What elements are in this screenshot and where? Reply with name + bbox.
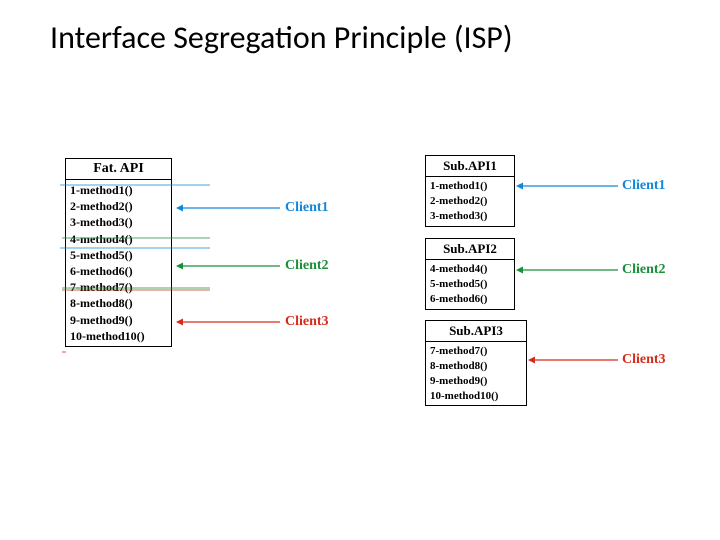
page-title: Interface Segregation Principle (ISP): [50, 18, 513, 57]
method-row: 4-method4(): [430, 262, 510, 277]
client2-left: Client2: [285, 258, 329, 274]
sub-api1-header: Sub.API1: [426, 156, 514, 177]
method-row: 9-method9(): [70, 312, 167, 328]
client3-left: Client3: [285, 314, 329, 330]
method-row: 10-method10(): [70, 328, 167, 344]
sub-api2-body: 4-method4() 5-method5() 6-method6(): [426, 260, 514, 309]
sub-api2-box: Sub.API2 4-method4() 5-method5() 6-metho…: [425, 238, 515, 310]
sub-api2-header: Sub.API2: [426, 239, 514, 260]
method-row: 1-method1(): [430, 179, 510, 194]
method-row: 7-method7(): [70, 279, 167, 295]
method-row: 3-method3(): [70, 214, 167, 230]
method-row: 3-method3(): [430, 209, 510, 224]
method-row: 8-method8(): [70, 295, 167, 311]
client3-right: Client3: [622, 352, 666, 368]
sub-api1-box: Sub.API1 1-method1() 2-method2() 3-metho…: [425, 155, 515, 227]
method-row: 7-method7(): [430, 344, 522, 359]
client1-left: Client1: [285, 200, 329, 216]
sub-api3-box: Sub.API3 7-method7() 8-method8() 9-metho…: [425, 320, 527, 406]
sub-api3-header: Sub.API3: [426, 321, 526, 342]
method-row: 2-method2(): [430, 194, 510, 209]
client2-right: Client2: [622, 262, 666, 278]
method-row: 8-method8(): [430, 359, 522, 374]
method-row: 2-method2(): [70, 198, 167, 214]
sub-api3-body: 7-method7() 8-method8() 9-method9() 10-m…: [426, 342, 526, 405]
fat-api-box: Fat. API 1-method1() 2-method2() 3-metho…: [65, 158, 172, 347]
method-row: 5-method5(): [430, 277, 510, 292]
method-row: 1-method1(): [70, 182, 167, 198]
client1-right: Client1: [622, 178, 666, 194]
method-row: 4-method4(): [70, 231, 167, 247]
sub-api1-body: 1-method1() 2-method2() 3-method3(): [426, 177, 514, 226]
method-row: 10-method10(): [430, 389, 522, 404]
method-row: 6-method6(): [70, 263, 167, 279]
method-row: 5-method5(): [70, 247, 167, 263]
method-row: 6-method6(): [430, 292, 510, 307]
fat-api-body: 1-method1() 2-method2() 3-method3() 4-me…: [66, 180, 171, 346]
method-row: 9-method9(): [430, 374, 522, 389]
fat-api-header: Fat. API: [66, 159, 171, 180]
